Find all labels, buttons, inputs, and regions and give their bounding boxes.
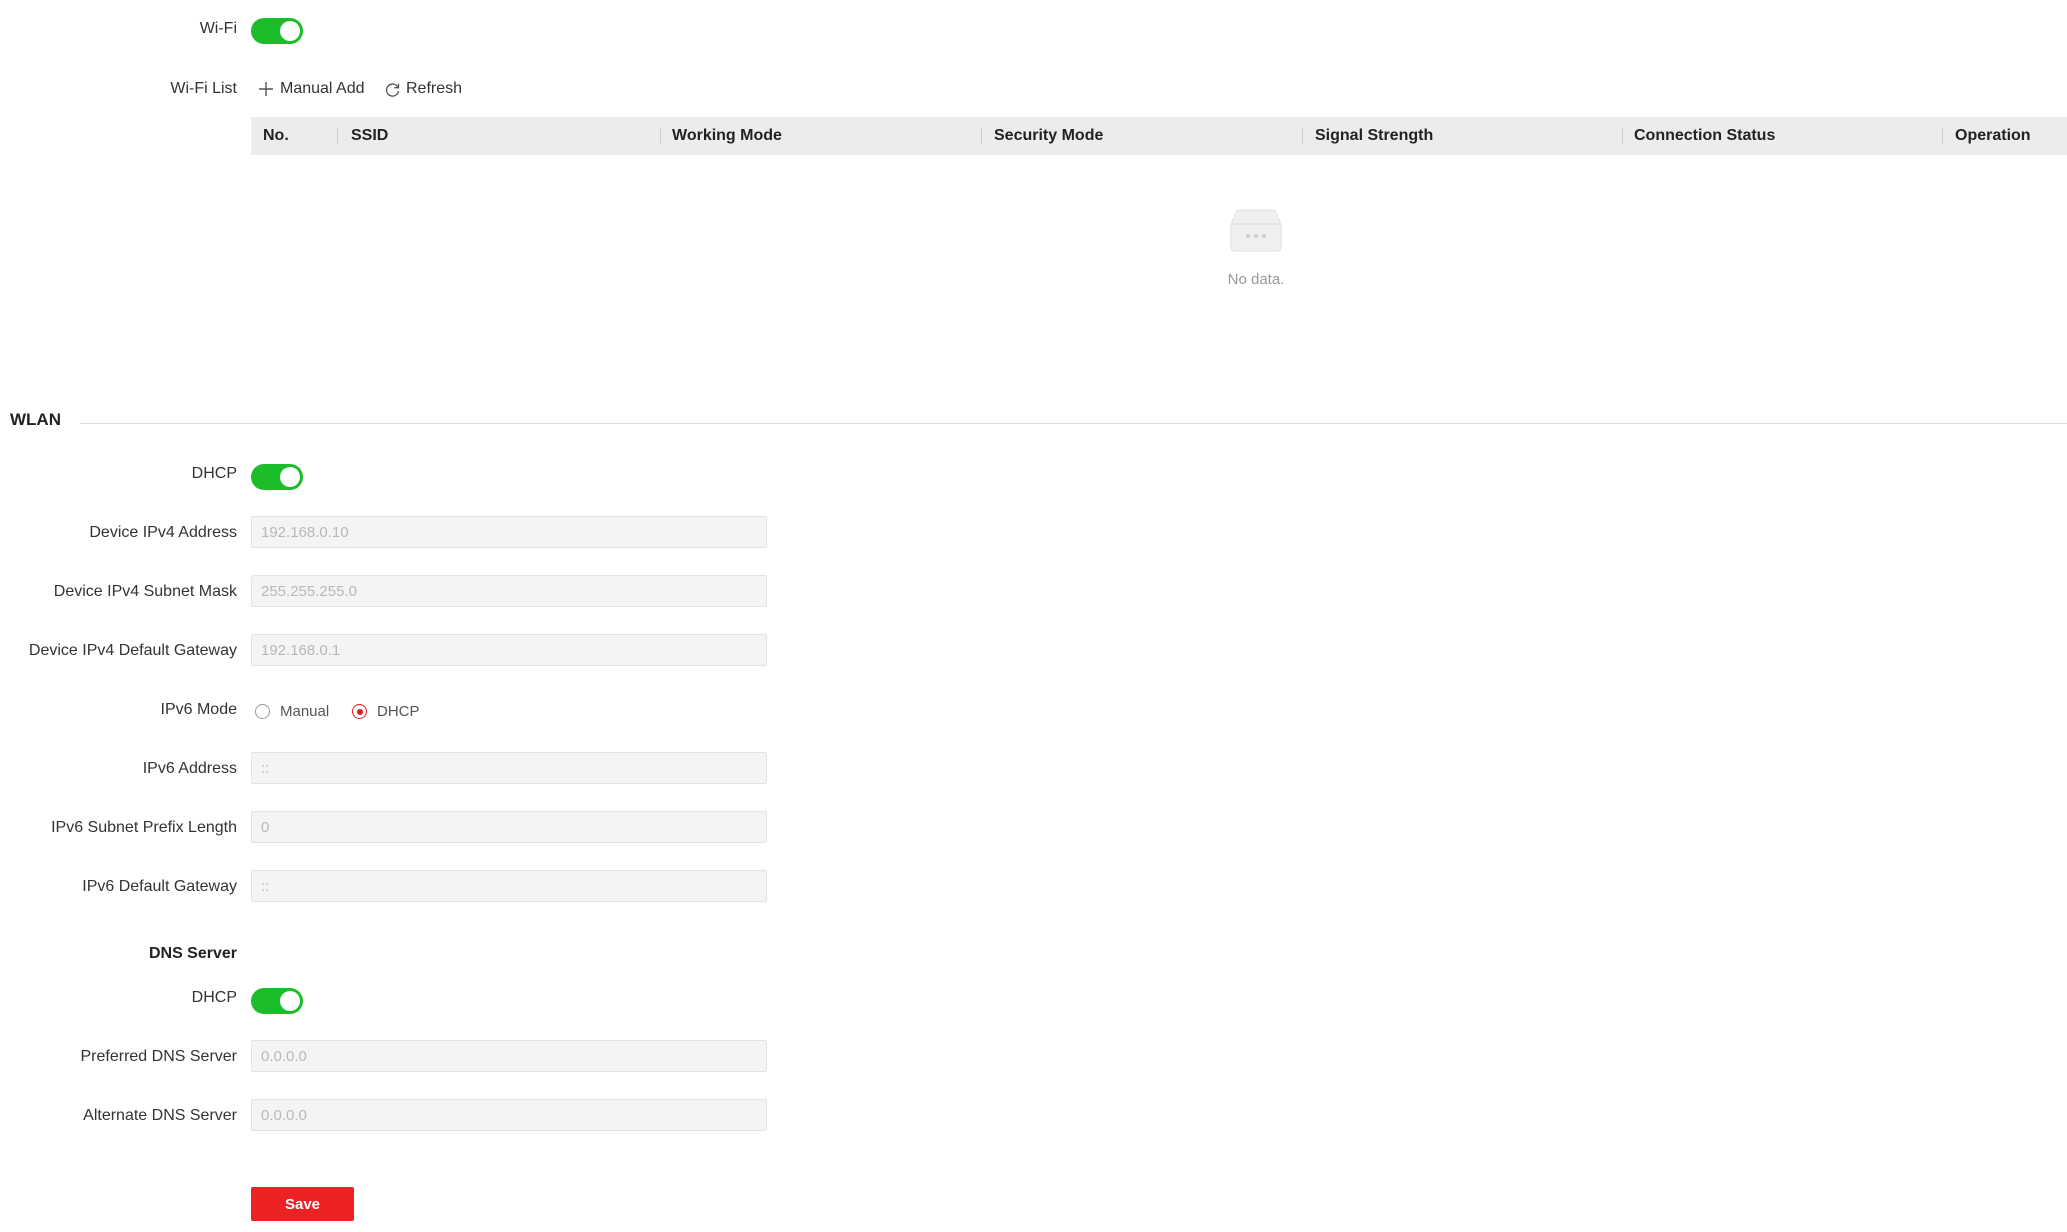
preferred-dns-input[interactable]: [251, 1040, 767, 1072]
alternate-dns-label: Alternate DNS Server: [83, 1107, 237, 1124]
ipv6-mode-dhcp[interactable]: DHCP: [352, 703, 420, 720]
empty-state: [1229, 206, 1283, 257]
dns-section-title: DNS Server: [148, 945, 237, 962]
manual-add-button[interactable]: Manual Add: [258, 80, 365, 98]
wifi-label: Wi-Fi: [199, 20, 237, 37]
ipv4-mask-label: Device IPv4 Subnet Mask: [53, 583, 237, 600]
radio-manual-label: Manual: [280, 703, 330, 720]
ipv4-gateway-label: Device IPv4 Default Gateway: [28, 642, 237, 659]
wlan-dhcp-label: DHCP: [191, 465, 237, 482]
dns-dhcp-toggle[interactable]: [251, 988, 303, 1014]
ipv6-prefix-label: IPv6 Subnet Prefix Length: [51, 819, 237, 836]
col-no: No.: [263, 127, 289, 144]
ipv6-gateway-label: IPv6 Default Gateway: [82, 878, 237, 895]
wifi-toggle[interactable]: [251, 18, 303, 44]
col-security-mode: Security Mode: [994, 127, 1104, 144]
radio-manual[interactable]: [255, 704, 270, 719]
refresh-icon: [385, 82, 400, 97]
ipv4-address-input[interactable]: [251, 516, 767, 548]
ipv6-mode-label: IPv6 Mode: [160, 701, 237, 718]
ipv4-mask-input[interactable]: [251, 575, 767, 607]
ipv4-gateway-input[interactable]: [251, 634, 767, 666]
col-separator: [337, 127, 338, 145]
col-operation: Operation: [1955, 127, 2031, 144]
radio-dhcp[interactable]: [352, 704, 367, 719]
col-signal-strength: Signal Strength: [1315, 127, 1434, 144]
alternate-dns-input[interactable]: [251, 1099, 767, 1131]
ipv6-gateway-input[interactable]: [251, 870, 767, 902]
wlan-dhcp-toggle[interactable]: [251, 464, 303, 490]
wifi-list-label: Wi-Fi List: [170, 80, 237, 97]
refresh-label: Refresh: [406, 80, 463, 97]
col-ssid: SSID: [351, 127, 389, 144]
toggle-knob: [280, 467, 300, 487]
col-separator: [1302, 127, 1303, 145]
col-separator: [1622, 127, 1623, 145]
preferred-dns-label: Preferred DNS Server: [80, 1048, 238, 1065]
empty-box-icon: [1230, 209, 1282, 252]
wifi-table-header: No. SSID Working Mode Security Mode Sign…: [251, 117, 2067, 155]
plus-icon: [259, 82, 273, 96]
col-separator: [660, 127, 661, 145]
save-button[interactable]: Save: [251, 1187, 354, 1221]
dns-dhcp-label: DHCP: [191, 989, 237, 1006]
col-separator: [1942, 127, 1943, 145]
refresh-button[interactable]: Refresh: [384, 80, 462, 98]
section-divider: [80, 423, 2067, 424]
manual-add-label: Manual Add: [280, 80, 365, 97]
empty-text: No data.: [1227, 271, 1285, 288]
col-working-mode: Working Mode: [672, 127, 782, 144]
toggle-knob: [280, 21, 300, 41]
ipv6-address-input[interactable]: [251, 752, 767, 784]
toggle-knob: [280, 991, 300, 1011]
ipv4-address-label: Device IPv4 Address: [89, 524, 237, 541]
radio-dhcp-label: DHCP: [377, 703, 420, 720]
col-separator: [981, 127, 982, 145]
col-connection-status: Connection Status: [1634, 127, 1776, 144]
ipv6-mode-manual[interactable]: Manual: [255, 703, 329, 720]
ipv6-address-label: IPv6 Address: [142, 760, 237, 777]
ipv6-prefix-input[interactable]: [251, 811, 767, 843]
wlan-section-title: WLAN: [10, 410, 61, 429]
